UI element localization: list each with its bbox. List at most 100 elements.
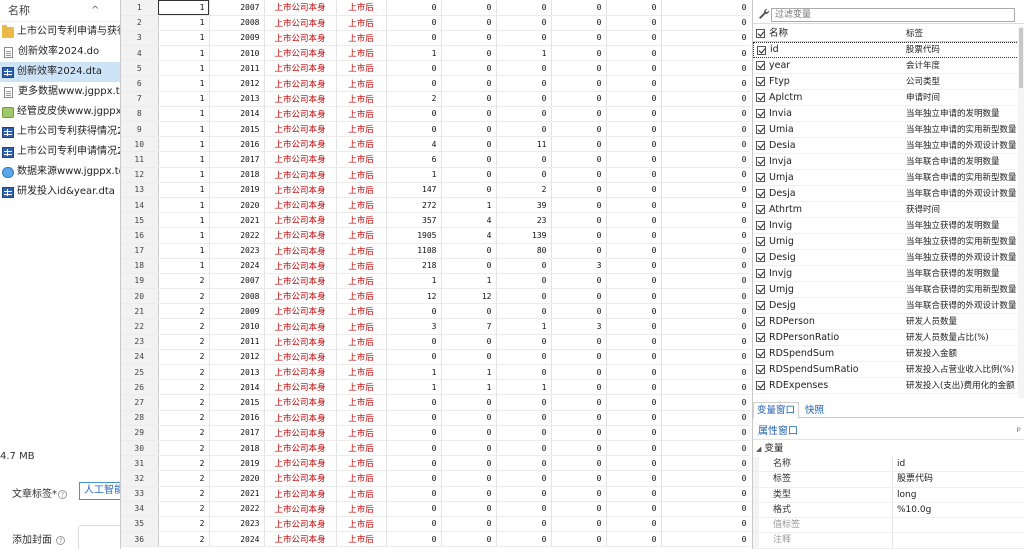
row-number-cell[interactable]: 6 [121, 75, 159, 92]
table-cell[interactable]: 0 [496, 516, 552, 533]
table-cell[interactable]: 上市公司本身 [264, 303, 337, 320]
table-cell[interactable]: 上市公司本身 [264, 45, 337, 62]
table-cell[interactable]: 0 [661, 318, 750, 335]
name-column-header[interactable]: 名称 [769, 26, 906, 42]
table-cell[interactable]: 0 [606, 318, 662, 335]
table-cell[interactable]: 2013 [209, 91, 265, 107]
table-cell[interactable]: 1 [441, 364, 497, 381]
table-cell[interactable]: 上市公司本身 [264, 136, 337, 153]
table-cell[interactable]: 0 [551, 75, 607, 92]
table-cell[interactable]: 0 [606, 531, 662, 548]
table-cell[interactable]: 上市后 [336, 212, 387, 229]
table-cell[interactable]: 1108 [386, 243, 442, 259]
variable-row[interactable]: RDSpendSum 研发投入金额 [753, 346, 1024, 362]
table-cell[interactable]: 0 [661, 91, 750, 107]
table-cell[interactable]: 3 [551, 258, 607, 274]
table-cell[interactable]: 2008 [209, 288, 265, 305]
table-cell[interactable]: 0 [496, 60, 552, 77]
file-item[interactable]: 经管皮皮侠www.jgppx.top [0, 102, 120, 122]
table-cell[interactable]: 0 [386, 470, 442, 487]
table-cell[interactable]: 0 [496, 30, 552, 47]
table-cell[interactable]: 0 [661, 425, 750, 441]
table-cell[interactable]: 上市后 [336, 227, 387, 244]
table-cell[interactable]: 0 [386, 303, 442, 320]
table-cell[interactable]: 0 [661, 106, 750, 123]
row-number-cell[interactable]: 7 [121, 91, 159, 107]
variable-checkbox[interactable] [756, 173, 765, 182]
tag-button[interactable]: 人工智能 [79, 482, 120, 500]
table-cell[interactable]: 上市公司本身 [264, 227, 337, 244]
row-number-cell[interactable]: 4 [121, 45, 159, 62]
table-cell[interactable]: 上市后 [336, 106, 387, 123]
label-column-header[interactable]: 标签 [906, 26, 1024, 42]
table-cell[interactable]: 0 [441, 349, 497, 366]
table-cell[interactable]: 上市公司本身 [264, 75, 337, 92]
table-cell[interactable]: 0 [551, 364, 607, 381]
table-cell[interactable]: 2017 [209, 151, 265, 168]
property-row[interactable]: 名称 id [753, 457, 1024, 473]
table-cell[interactable]: 0 [441, 182, 497, 198]
variable-row[interactable]: Desig 当年独立获得的外观设计数量 [753, 250, 1024, 266]
table-cell[interactable]: 1 [441, 273, 497, 290]
table-cell[interactable]: 上市后 [336, 379, 387, 396]
row-number-cell[interactable]: 36 [121, 531, 159, 548]
table-cell[interactable]: 0 [496, 106, 552, 123]
table-cell[interactable]: 2014 [209, 379, 265, 396]
row-number-cell[interactable]: 34 [121, 501, 159, 517]
table-cell[interactable]: 0 [661, 182, 750, 198]
table-cell[interactable]: 2019 [209, 455, 265, 472]
table-cell[interactable]: 上市公司本身 [264, 182, 337, 198]
table-cell[interactable]: 0 [441, 455, 497, 472]
row-number-cell[interactable]: 25 [121, 364, 159, 381]
table-cell[interactable]: 上市后 [336, 60, 387, 77]
table-cell[interactable]: 0 [441, 531, 497, 548]
table-cell[interactable]: 0 [551, 30, 607, 47]
table-cell[interactable]: 0 [606, 106, 662, 123]
variable-row[interactable]: Umia 当年独立申请的实用新型数量 [753, 122, 1024, 138]
table-cell[interactable]: 2 [158, 501, 210, 517]
table-cell[interactable]: 0 [661, 486, 750, 502]
table-cell[interactable]: 0 [386, 334, 442, 350]
table-cell[interactable]: 0 [386, 30, 442, 47]
table-cell[interactable]: 1 [158, 60, 210, 77]
table-cell[interactable]: 上市公司本身 [264, 516, 337, 533]
table-cell[interactable]: 11 [496, 136, 552, 153]
row-number-cell[interactable]: 1 [121, 0, 159, 16]
table-cell[interactable]: 上市后 [336, 91, 387, 107]
table-cell[interactable]: 4 [441, 212, 497, 229]
table-cell[interactable]: 上市公司本身 [264, 455, 337, 472]
property-value[interactable]: id [893, 457, 905, 471]
variable-row[interactable]: id 股票代码 [753, 42, 1024, 58]
variable-row[interactable]: RDPerson 研发人员数量 [753, 314, 1024, 330]
table-cell[interactable]: 1 [158, 136, 210, 153]
table-cell[interactable]: 上市后 [336, 121, 387, 138]
table-cell[interactable]: 0 [661, 394, 750, 411]
data-grid[interactable]: 1 1 2007 上市公司本身 上市后 0 0 0 0 0 0 2 1 2008 上市公司本身 上市后 0 0 0 0… [120, 0, 750, 549]
property-row[interactable]: 格式 %10.0g [753, 502, 1024, 519]
table-cell[interactable]: 上市后 [336, 440, 387, 457]
table-cell[interactable]: 0 [386, 455, 442, 472]
file-item[interactable]: 数据来源www.jgppx.top.l [0, 162, 120, 182]
table-cell[interactable]: 0 [496, 349, 552, 366]
table-cell[interactable]: 0 [606, 75, 662, 92]
table-cell[interactable]: 上市后 [336, 455, 387, 472]
table-cell[interactable]: 1 [386, 379, 442, 396]
table-cell[interactable]: 0 [661, 516, 750, 533]
table-cell[interactable]: 上市公司本身 [264, 167, 337, 183]
wrench-icon[interactable] [758, 8, 770, 20]
table-cell[interactable]: 0 [661, 0, 750, 16]
table-cell[interactable]: 0 [551, 227, 607, 244]
row-number-cell[interactable]: 30 [121, 440, 159, 457]
table-cell[interactable]: 2023 [209, 516, 265, 533]
table-cell[interactable]: 0 [606, 151, 662, 168]
variable-checkbox[interactable] [756, 285, 765, 294]
table-cell[interactable]: 0 [441, 410, 497, 426]
row-number-cell[interactable]: 13 [121, 182, 159, 198]
table-cell[interactable]: 上市后 [336, 30, 387, 47]
variable-row[interactable]: RDPersonRatio 研发人员数量占比(%) [753, 330, 1024, 346]
table-cell[interactable]: 0 [606, 410, 662, 426]
table-cell[interactable]: 272 [386, 197, 442, 214]
table-cell[interactable]: 0 [551, 91, 607, 107]
table-cell[interactable]: 2 [158, 531, 210, 548]
table-cell[interactable]: 0 [496, 75, 552, 92]
